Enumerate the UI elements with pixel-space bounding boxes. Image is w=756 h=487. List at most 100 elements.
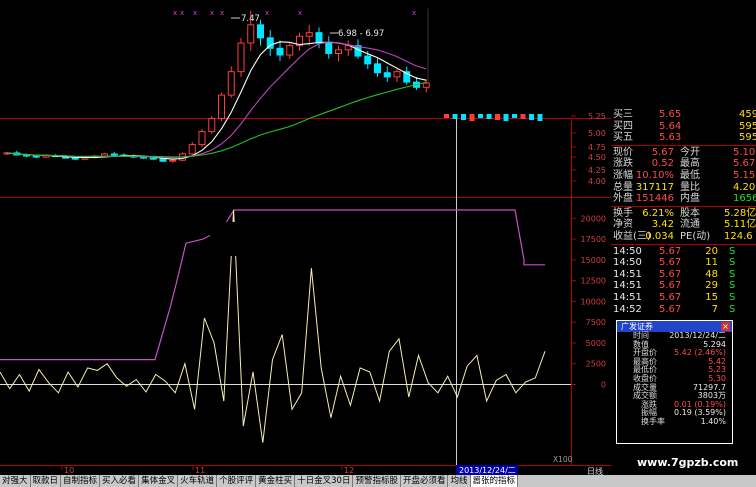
indicator-tab[interactable]: 买入必看: [100, 475, 140, 487]
price-tick-label: 4.75: [588, 143, 606, 152]
stat-label: 今开: [680, 146, 700, 158]
indicator-tab[interactable]: 火车轨道: [178, 475, 218, 487]
close-icon[interactable]: ×: [721, 322, 730, 331]
price-tick-label: 4.25: [588, 166, 606, 175]
candle-body: [305, 32, 313, 37]
candle-body: [169, 159, 177, 162]
top-marker: x: [412, 9, 416, 17]
tick-volume: 20: [705, 245, 718, 257]
tick-volume: 11: [705, 257, 718, 269]
stat-value: 317117: [635, 181, 674, 193]
indicator-tab[interactable]: 集体金叉: [139, 475, 179, 487]
indicator-tab[interactable]: 开盘必须看: [401, 475, 449, 487]
candle-body: [188, 144, 196, 155]
price-tick-label: 5.25: [588, 112, 606, 121]
tick-volume: 48: [705, 268, 718, 280]
fund-row: 换手 6.21% 股本 5.28亿: [611, 208, 756, 220]
fund-value: 5.11亿: [724, 219, 756, 231]
indicator-tab[interactable]: 嚣张的指标: [470, 475, 519, 487]
recent-candle: [452, 114, 458, 119]
popup-row-value: 1.40%: [700, 416, 726, 426]
bid-price: 5.65: [659, 109, 682, 120]
indicator-mask-right: [560, 226, 571, 244]
price-tick-label: 4.50: [588, 153, 606, 162]
candle-body: [110, 153, 118, 156]
popup-title: 广发证券: [621, 322, 653, 331]
tick-row: 14:50 5.67 20 S: [611, 246, 756, 258]
tick-row: 14:51 5.67 29 S: [611, 280, 756, 292]
indicator-tick-label: 5000: [586, 339, 606, 348]
stat-label: 涨跌: [613, 158, 633, 170]
indicator-tab[interactable]: 自制指标: [61, 475, 101, 487]
stat-label: 涨幅: [613, 169, 633, 181]
stat-value: 5.67: [651, 146, 674, 158]
tick-time: 14:51: [613, 268, 642, 280]
candle-body: [374, 63, 381, 74]
stat-value: 4.20: [733, 181, 756, 193]
stat-row: 涨跌 0.52 最高 5.67: [611, 158, 756, 170]
indicator-tab-bar: 对强大 取款日 自制指标 买入必看 集体金叉 火车轨道 个股评评 黄金柱买 十日金叉30日 预警指…: [0, 475, 756, 487]
stat-value: 5.67: [733, 158, 756, 170]
quote-separator: [611, 144, 756, 146]
bid-label: 买三: [613, 109, 633, 120]
indicator-tick-label: 7500: [586, 318, 606, 327]
fund-label: 换手: [613, 207, 633, 219]
date-tick-label: 11: [195, 466, 205, 475]
candle-body: [315, 32, 323, 44]
top-marker: x: [180, 9, 184, 17]
recent-candle: [512, 114, 517, 118]
indicator-tab[interactable]: 均线: [448, 475, 471, 487]
candle-body: [335, 49, 342, 54]
tick-price: 5.67: [659, 268, 682, 280]
indicator-tab[interactable]: 黄金柱买: [256, 475, 296, 487]
candle-body: [237, 42, 245, 73]
indicator-axis-ticks: 20000 17500 15000 12500 10000 7500 5000 2500 0: [571, 214, 606, 390]
tick-row: 14:52 5.67 7 S: [611, 304, 756, 316]
tick-price: 5.67: [659, 257, 682, 269]
indicator-tick-label: 12500: [581, 277, 606, 286]
indicator-tab[interactable]: 取款日: [31, 475, 62, 487]
bid-row: 买四 5.64 595: [611, 121, 756, 133]
popup-row-label: 换手率: [641, 416, 665, 426]
indicator-tab[interactable]: 对强大: [0, 475, 31, 487]
stat-label: 最高: [680, 158, 700, 170]
bid-row: 买五 5.63 595: [611, 132, 756, 144]
recent-candle: [486, 114, 492, 119]
indicator-tick-label: 0: [601, 381, 606, 390]
tick-volume: 29: [705, 280, 718, 292]
top-marker: x: [210, 9, 214, 17]
stat-row: 现价 5.67 今开 5.10: [611, 147, 756, 159]
date-tick-label: 12: [344, 466, 354, 475]
candle-body: [198, 131, 206, 146]
bid-price: 5.64: [659, 120, 682, 132]
indicator-tab[interactable]: 十日金叉30日: [295, 475, 354, 487]
tick-volume: 7: [711, 303, 718, 315]
bid-price: 5.63: [659, 132, 682, 144]
recent-candle: [495, 114, 500, 120]
indicator-tab[interactable]: 个股评评: [217, 475, 257, 487]
tick-volume: 15: [705, 291, 718, 303]
stat-label: 内盘: [680, 193, 700, 205]
fund-value: 6.21%: [642, 207, 674, 219]
candle-body: [71, 157, 79, 160]
high-price-label: 7.47: [241, 14, 260, 24]
bid-label: 买五: [613, 132, 633, 144]
stock-terminal: 5.25 5.00 4.75 4.50 4.25 4.00 xxxxxxxx 7.47 6…: [0, 0, 756, 487]
indicator-tick-label: 17500: [581, 235, 606, 244]
top-marker: x: [173, 9, 177, 17]
indicator-tab[interactable]: 预警指标股: [353, 475, 401, 487]
stat-value: 10.10%: [635, 169, 674, 181]
tick-side: S: [729, 303, 736, 315]
stat-label: 现价: [613, 146, 633, 158]
fund-value: 124.6: [724, 230, 753, 242]
moving-averages: [6, 41, 427, 160]
flat-price-strip: [444, 114, 543, 121]
candle-info-popup[interactable]: 广发证券 × 时间 2013/12/24/二 数值 5.294 开盘价 5.42 (2.4…: [616, 320, 733, 444]
candle-body: [257, 24, 264, 39]
tick-row: 14:50 5.67 11 S: [611, 257, 756, 269]
recent-candle: [461, 114, 466, 120]
fund-label: 流通: [680, 219, 700, 231]
date-badge-label: 2013/12/24/二: [459, 466, 516, 475]
stat-label: 总量: [613, 181, 633, 193]
indicator-tick-label: 2500: [586, 360, 606, 369]
